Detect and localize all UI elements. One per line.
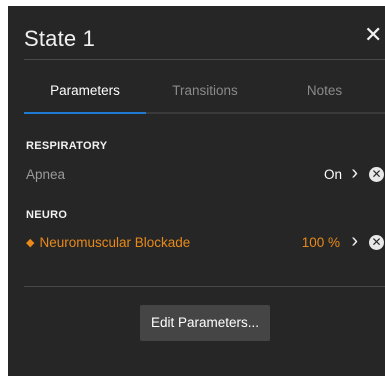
parameter-name: ◆ Neuromuscular Blockade [26,235,190,250]
parameter-value: 100 % [301,235,340,250]
state-panel: State 1 ✕ Parameters Transitions Notes R… [8,6,385,376]
tab-transitions-label: Transitions [172,83,238,98]
tab-notes-underline [264,112,385,114]
tab-parameters-label: Parameters [50,83,120,98]
close-icon[interactable]: ✕ [364,24,382,46]
chevron-right-icon[interactable]: › [351,231,358,251]
tab-bar: Parameters Transitions Notes [24,80,385,120]
tab-parameters-underline [24,112,146,114]
parameter-name-text: Neuromuscular Blockade [39,235,191,250]
remove-circle-icon[interactable]: ✕ [369,235,384,250]
parameter-row-neuromuscular-blockade[interactable]: ◆ Neuromuscular Blockade 100 % › ✕ [26,231,384,255]
section-title-neuro: NEURO [26,209,68,221]
title-divider [24,59,385,60]
tab-notes[interactable]: Notes [264,80,385,114]
tab-transitions[interactable]: Transitions [146,80,264,114]
parameter-value: On [323,167,342,182]
bottom-divider [24,286,385,287]
chevron-right-icon[interactable]: › [351,163,358,183]
tab-notes-label: Notes [306,83,343,98]
edit-parameters-button[interactable]: Edit Parameters... [140,305,270,341]
parameter-row-apnea[interactable]: Apnea On › ✕ [26,163,384,187]
section-title-respiratory: RESPIRATORY [26,140,108,152]
tab-parameters[interactable]: Parameters [24,80,146,114]
modified-marker-icon: ◆ [26,237,35,249]
tab-transitions-underline [146,112,264,114]
panel-title: State 1 [24,26,96,51]
parameter-name: Apnea [26,167,66,182]
remove-circle-icon[interactable]: ✕ [369,167,384,182]
